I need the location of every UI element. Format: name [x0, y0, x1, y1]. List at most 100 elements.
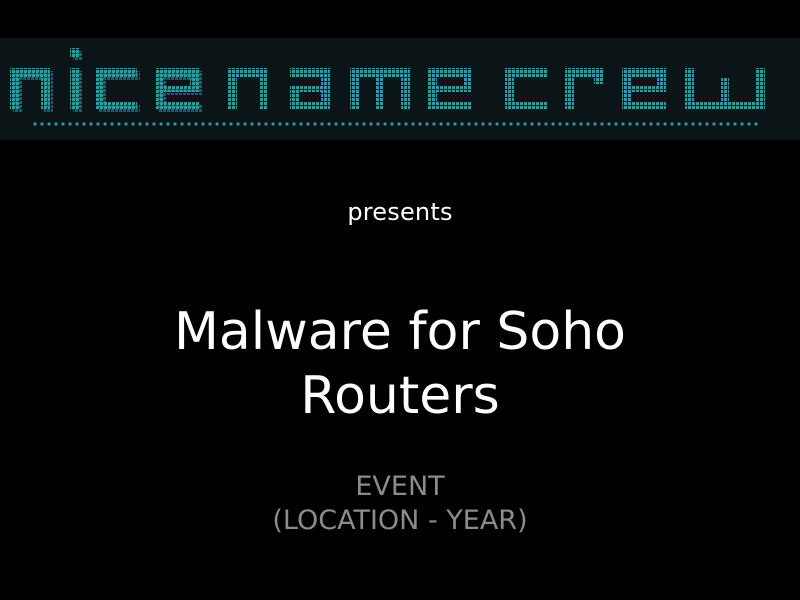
- logo-underline-dot: [327, 122, 331, 126]
- slide-title: Malware for Soho Routers: [40, 300, 760, 428]
- logo-underline-dot: [89, 122, 93, 126]
- logo-underline-dot: [502, 122, 506, 126]
- logo-underline-dot: [250, 122, 254, 126]
- logo-underline-dot: [138, 122, 142, 126]
- logo-underline-dot: [523, 122, 527, 126]
- logo-underline-dot: [75, 122, 79, 126]
- logo-underline-dot: [411, 122, 415, 126]
- logo-underline-dot: [474, 122, 478, 126]
- logo-underline-dot: [131, 122, 135, 126]
- logo-underline-dot: [61, 122, 65, 126]
- logo-underline-dot: [341, 122, 345, 126]
- logo-underline-dot: [152, 122, 156, 126]
- logo-underline-dot: [103, 122, 107, 126]
- logo-underline-dot: [642, 122, 646, 126]
- logo-underline-dot: [229, 122, 233, 126]
- logo-underline-dot: [726, 122, 730, 126]
- logo-underline-dot: [82, 122, 86, 126]
- logo-underline-dot: [712, 122, 716, 126]
- logo-underline-dot: [40, 122, 44, 126]
- logo-underline-dot: [530, 122, 534, 126]
- logo-underline-dot: [656, 122, 660, 126]
- logo-underline-dot: [236, 122, 240, 126]
- logo-underline-dot: [551, 122, 555, 126]
- logo-underline-dot: [313, 122, 317, 126]
- logo-underline-dot: [390, 122, 394, 126]
- logo-underline-dot: [404, 122, 408, 126]
- logo-underline-dot: [740, 122, 744, 126]
- logo-underline-dot: [47, 122, 51, 126]
- logo-underline-dot: [145, 122, 149, 126]
- logo-underline-dot: [418, 122, 422, 126]
- logo-underline-dot: [733, 122, 737, 126]
- logo-underline-dot: [481, 122, 485, 126]
- logo-underline-dot: [306, 122, 310, 126]
- logo-underline-dot: [565, 122, 569, 126]
- logo-underline-dot: [110, 122, 114, 126]
- logo-underline-dot: [635, 122, 639, 126]
- logo-underline-dot: [628, 122, 632, 126]
- slide-title-line-1: Malware for Soho: [174, 302, 626, 362]
- logo-underline-dot: [488, 122, 492, 126]
- logo-underline-dot: [355, 122, 359, 126]
- logo-underline-dot: [299, 122, 303, 126]
- logo-underline-dot: [173, 122, 177, 126]
- logo-underline-dot: [607, 122, 611, 126]
- logo-underline-dot: [348, 122, 352, 126]
- logo-underline-dot: [432, 122, 436, 126]
- logo-underline-dot: [663, 122, 667, 126]
- logo-underline-dot: [320, 122, 324, 126]
- logo-underline-dot: [201, 122, 205, 126]
- logo-underline-dot: [285, 122, 289, 126]
- logo-underline-dot: [33, 122, 37, 126]
- logo-underline-dot: [180, 122, 184, 126]
- logo-underline-dot: [257, 122, 261, 126]
- logo-underline-pattern: [33, 122, 758, 126]
- logo-underline-dot: [467, 122, 471, 126]
- logo-underline-dot: [68, 122, 72, 126]
- logo-underline-dot: [453, 122, 457, 126]
- logo-underline-dot: [495, 122, 499, 126]
- logo-underline-dot: [117, 122, 121, 126]
- logo-underline-dot: [243, 122, 247, 126]
- logo-underline-dot: [537, 122, 541, 126]
- logo-underline-dot: [96, 122, 100, 126]
- logo-underline-dot: [614, 122, 618, 126]
- event-location-year: (LOCATION - YEAR): [272, 505, 528, 536]
- logo-underline-dot: [215, 122, 219, 126]
- logo-underline-dot: [278, 122, 282, 126]
- logo-underline-dot: [719, 122, 723, 126]
- logo-underline-dot: [439, 122, 443, 126]
- logo-underline-dot: [698, 122, 702, 126]
- logo-underline-dot: [264, 122, 268, 126]
- logo-underline-dot: [544, 122, 548, 126]
- logo-underline-dot: [376, 122, 380, 126]
- logo-underline-dot: [194, 122, 198, 126]
- logo-underline-dot: [292, 122, 296, 126]
- logo-underline-dot: [460, 122, 464, 126]
- logo-underline-dot: [271, 122, 275, 126]
- logo-underline-dot: [621, 122, 625, 126]
- logo-underline-dot: [677, 122, 681, 126]
- logo-underline-dot: [446, 122, 450, 126]
- logo-underline-dot: [684, 122, 688, 126]
- logo-underline-dot: [397, 122, 401, 126]
- logo-underline-dot: [691, 122, 695, 126]
- logo-underline-dot: [222, 122, 226, 126]
- logo-underline-dot: [579, 122, 583, 126]
- logo-underline-dot: [362, 122, 366, 126]
- logo-underline-dot: [383, 122, 387, 126]
- logo-underline-dot: [208, 122, 212, 126]
- logo-underline-dot: [187, 122, 191, 126]
- logo-underline-dot: [593, 122, 597, 126]
- presents-label: presents: [347, 198, 453, 226]
- logo-underline-dot: [369, 122, 373, 126]
- event-info: EVENT (LOCATION - YEAR): [0, 470, 800, 538]
- logo-underline-dot: [754, 122, 758, 126]
- logo-underline-dot: [166, 122, 170, 126]
- logo-underline-dot: [425, 122, 429, 126]
- logo-underline-dot: [649, 122, 653, 126]
- logo-underline-dot: [586, 122, 590, 126]
- logo-underline-dot: [705, 122, 709, 126]
- logo-underline-dot: [670, 122, 674, 126]
